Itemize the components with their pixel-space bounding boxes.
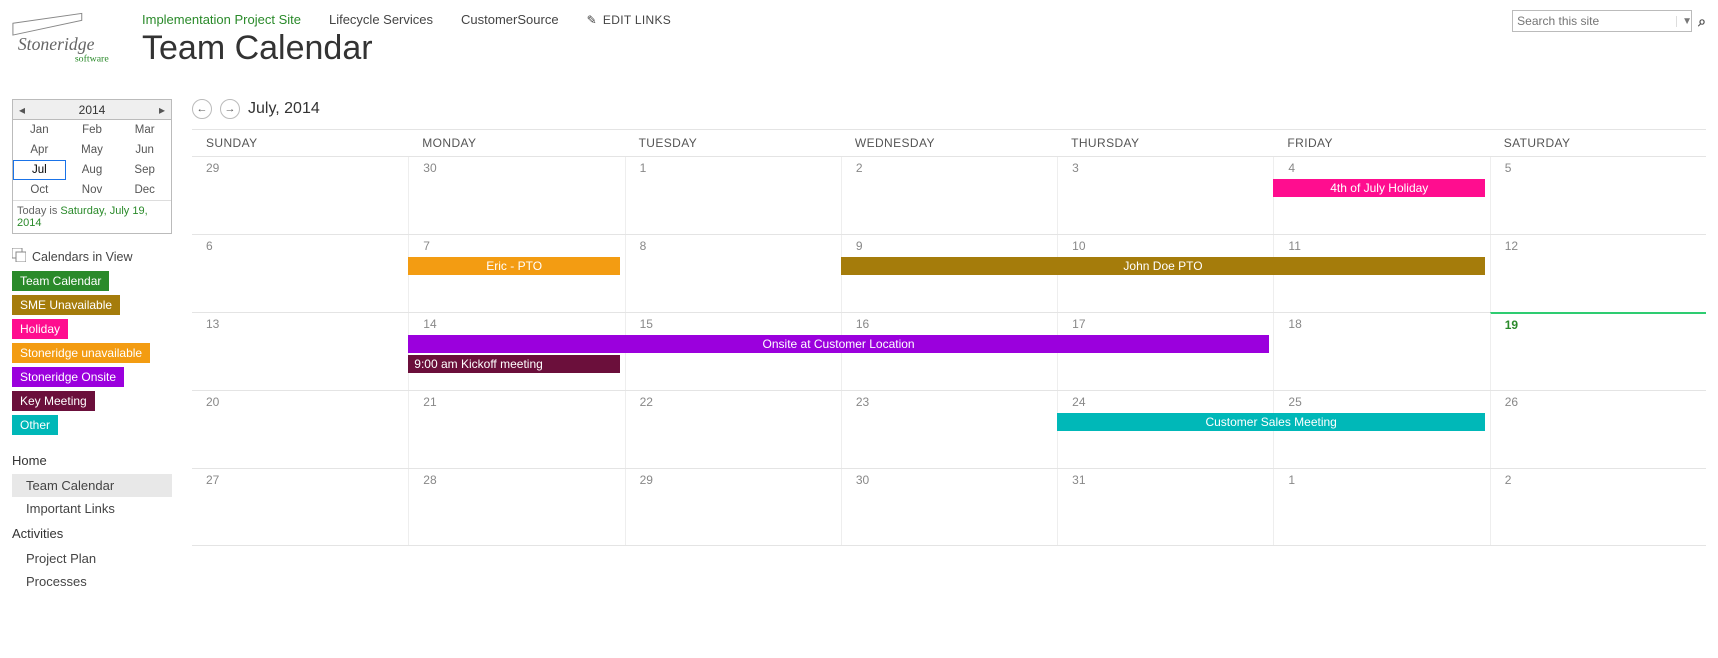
month-mar[interactable]: Mar (118, 120, 171, 140)
year-label: 2014 (79, 103, 106, 117)
day-cell[interactable]: 21 (408, 391, 624, 468)
day-cell[interactable]: 13 (192, 313, 408, 390)
leftnav-project-plan[interactable]: Project Plan (12, 547, 172, 570)
leftnav-home[interactable]: Home (12, 453, 172, 468)
month-feb[interactable]: Feb (66, 120, 119, 140)
day-cell[interactable]: 30 (408, 157, 624, 234)
leftnav-important-links[interactable]: Important Links (12, 497, 172, 520)
day-cell[interactable]: 10 (1057, 235, 1273, 312)
day-cell[interactable]: 1 (1273, 469, 1489, 545)
month-jul[interactable]: Jul (13, 160, 66, 180)
month-prev-button[interactable]: ← (192, 99, 212, 119)
calendar-chip[interactable]: SME Unavailable (12, 295, 120, 315)
day-cell[interactable]: 4 (1273, 157, 1489, 234)
day-cell[interactable]: 7 (408, 235, 624, 312)
calendar-chip[interactable]: Key Meeting (12, 391, 95, 411)
leftnav-processes[interactable]: Processes (12, 570, 172, 593)
month-may[interactable]: May (66, 140, 119, 160)
search-scope-dropdown-icon[interactable]: ▼ (1676, 16, 1697, 27)
day-cell[interactable]: 6 (192, 235, 408, 312)
edit-links-button[interactable]: ✎ EDIT LINKS (587, 13, 672, 27)
day-cell[interactable]: 31 (1057, 469, 1273, 545)
dow-header: FRIDAY (1273, 130, 1489, 156)
month-nov[interactable]: Nov (66, 180, 119, 200)
day-cell[interactable]: 19 (1490, 312, 1706, 390)
dow-header: WEDNESDAY (841, 130, 1057, 156)
nav-implementation[interactable]: Implementation Project Site (142, 12, 301, 27)
month-aug[interactable]: Aug (66, 160, 119, 180)
day-cell[interactable]: 2 (841, 157, 1057, 234)
calendar-chip[interactable]: Team Calendar (12, 271, 109, 291)
day-cell[interactable]: 12 (1490, 235, 1706, 312)
mini-year-picker: ◂ 2014 ▸ JanFebMar AprMayJun JulAugSep OctN… (12, 99, 172, 234)
day-cell[interactable]: 24 (1057, 391, 1273, 468)
leftnav-activities[interactable]: Activities (12, 526, 172, 541)
day-cell[interactable]: 14 (408, 313, 624, 390)
day-cell[interactable]: 26 (1490, 391, 1706, 468)
day-cell[interactable]: 15 (625, 313, 841, 390)
day-cell[interactable]: 9 (841, 235, 1057, 312)
today-prefix: Today is (17, 205, 60, 217)
day-cell[interactable]: 22 (625, 391, 841, 468)
month-apr[interactable]: Apr (13, 140, 66, 160)
svg-text:software: software (75, 54, 109, 65)
dow-header: MONDAY (408, 130, 624, 156)
month-sep[interactable]: Sep (118, 160, 171, 180)
day-cell[interactable]: 17 (1057, 313, 1273, 390)
day-cell[interactable]: 18 (1273, 313, 1489, 390)
day-cell[interactable]: 29 (625, 469, 841, 545)
day-cell[interactable]: 5 (1490, 157, 1706, 234)
month-dec[interactable]: Dec (118, 180, 171, 200)
calendar-chip[interactable]: Holiday (12, 319, 68, 339)
pencil-icon: ✎ (587, 13, 597, 27)
day-cell[interactable]: 28 (408, 469, 624, 545)
month-oct[interactable]: Oct (13, 180, 66, 200)
day-cell[interactable]: 29 (192, 157, 408, 234)
day-cell[interactable]: 20 (192, 391, 408, 468)
arrow-right-icon: → (225, 103, 236, 115)
dow-header: THURSDAY (1057, 130, 1273, 156)
nav-customersource[interactable]: CustomerSource (461, 12, 559, 27)
leftnav-team-calendar[interactable]: Team Calendar (12, 474, 172, 497)
day-cell[interactable]: 25 (1273, 391, 1489, 468)
dow-header: SUNDAY (192, 130, 408, 156)
search-icon[interactable]: ⌕ (1698, 13, 1706, 30)
calendar-overlay-icon (12, 248, 26, 265)
day-cell[interactable]: 23 (841, 391, 1057, 468)
month-jun[interactable]: Jun (118, 140, 171, 160)
calendar-month-title: July, 2014 (248, 100, 320, 118)
day-cell[interactable]: 3 (1057, 157, 1273, 234)
nav-lifecycle[interactable]: Lifecycle Services (329, 12, 433, 27)
calendar-chip[interactable]: Stoneridge Onsite (12, 367, 124, 387)
day-cell[interactable]: 16 (841, 313, 1057, 390)
calendars-in-view-heading: Calendars in View (32, 250, 133, 264)
page-title: Team Calendar (138, 27, 1512, 68)
arrow-left-icon: ← (197, 103, 208, 115)
day-cell[interactable]: 11 (1273, 235, 1489, 312)
month-jan[interactable]: Jan (13, 120, 66, 140)
search-input[interactable] (1513, 14, 1676, 28)
month-next-button[interactable]: → (220, 99, 240, 119)
dow-header: TUESDAY (625, 130, 841, 156)
svg-text:Stoneridge: Stoneridge (18, 34, 95, 54)
day-cell[interactable]: 1 (625, 157, 841, 234)
year-prev-icon[interactable]: ◂ (13, 103, 31, 117)
day-cell[interactable]: 27 (192, 469, 408, 545)
dow-header: SATURDAY (1490, 130, 1706, 156)
today-line: Today is Saturday, July 19, 2014 (13, 200, 171, 233)
day-cell[interactable]: 2 (1490, 469, 1706, 545)
day-cell[interactable]: 8 (625, 235, 841, 312)
site-search[interactable]: ▼ (1512, 10, 1692, 32)
site-logo[interactable]: Stoneridge software (8, 8, 138, 71)
year-next-icon[interactable]: ▸ (153, 103, 171, 117)
edit-links-label: EDIT LINKS (603, 13, 671, 27)
day-cell[interactable]: 30 (841, 469, 1057, 545)
calendar-chip[interactable]: Stoneridge unavailable (12, 343, 150, 363)
calendar-chip[interactable]: Other (12, 415, 58, 435)
